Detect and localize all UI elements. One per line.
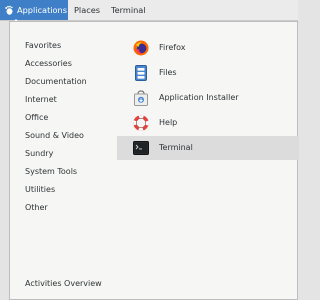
- app-firefox[interactable]: Firefox: [117, 36, 299, 60]
- top-bar: Applications Places Terminal: [0, 0, 298, 21]
- app-terminal-label: Terminal: [159, 143, 193, 152]
- applications-menu-button[interactable]: Applications: [0, 0, 68, 20]
- app-firefox-label: Firefox: [159, 43, 186, 52]
- app-files[interactable]: Files: [117, 61, 299, 85]
- category-internet[interactable]: Internet: [25, 93, 57, 107]
- category-sound-video[interactable]: Sound & Video: [25, 129, 84, 143]
- category-favorites[interactable]: Favorites: [25, 39, 61, 53]
- category-office[interactable]: Office: [25, 111, 48, 125]
- terminal-icon: [133, 141, 149, 155]
- software-icon: [134, 90, 148, 106]
- app-application-installer[interactable]: Application Installer: [117, 86, 299, 110]
- app-files-label: Files: [159, 68, 177, 77]
- category-documentation[interactable]: Documentation: [25, 75, 87, 89]
- app-terminal[interactable]: Terminal: [117, 136, 299, 160]
- places-menu-button[interactable]: Places: [74, 0, 100, 20]
- gnome-foot-icon: [5, 5, 13, 15]
- category-sundry[interactable]: Sundry: [25, 147, 53, 161]
- app-help-label: Help: [159, 118, 178, 127]
- app-help[interactable]: Help: [117, 111, 299, 135]
- category-utilities[interactable]: Utilities: [25, 183, 55, 197]
- category-accessories[interactable]: Accessories: [25, 57, 72, 71]
- app-application-installer-label: Application Installer: [159, 93, 239, 102]
- applications-label: Applications: [17, 5, 68, 15]
- terminal-app-menu-button[interactable]: Terminal: [111, 0, 146, 20]
- category-other[interactable]: Other: [25, 201, 48, 215]
- help-icon: [133, 115, 149, 131]
- category-system-tools[interactable]: System Tools: [25, 165, 77, 179]
- applications-menu-popup: Favorites Accessories Documentation Inte…: [9, 21, 299, 300]
- activities-overview-link[interactable]: Activities Overview: [25, 277, 102, 291]
- firefox-icon: [133, 40, 149, 56]
- files-icon: [135, 65, 147, 81]
